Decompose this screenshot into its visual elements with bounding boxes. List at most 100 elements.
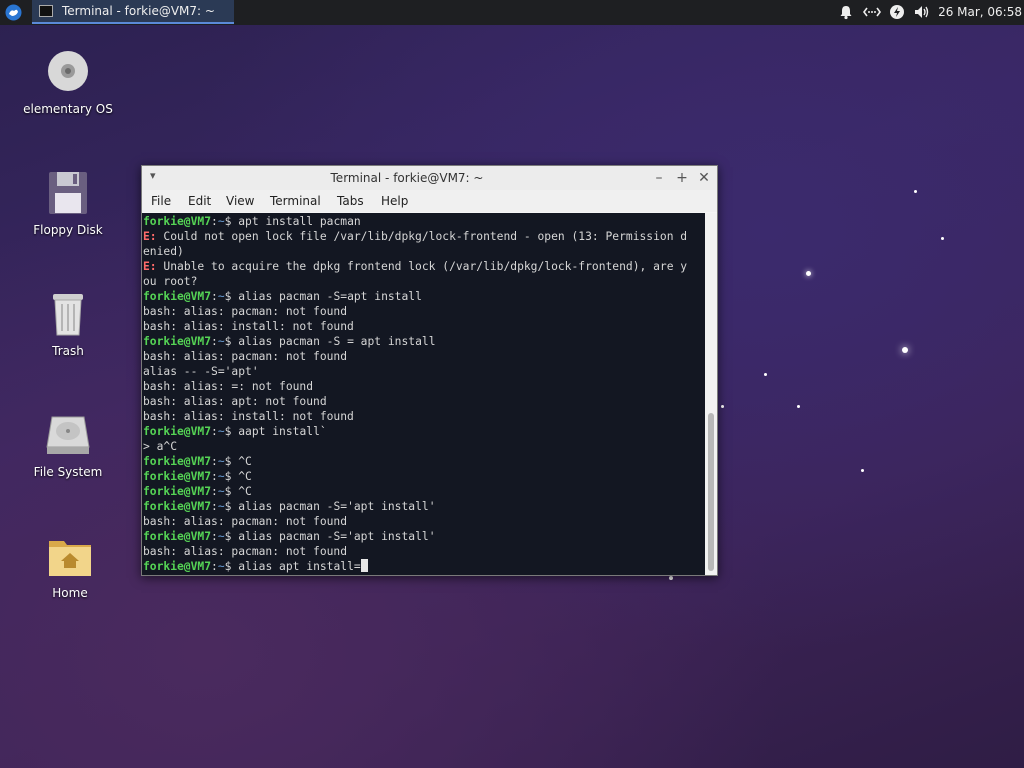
desktop-icon-file-system[interactable]: File System — [18, 411, 118, 479]
terminal-line: forkie@VM7:~$ aapt install` — [143, 424, 705, 439]
taskbar-terminal-label: Terminal - forkie@VM7: ~ — [62, 4, 215, 18]
desktop-icon-floppy-disk[interactable]: Floppy Disk — [18, 169, 118, 237]
prompt-dir: ~ — [217, 530, 225, 543]
prompt-separator: : — [211, 560, 218, 573]
terminal-line: forkie@VM7:~$ alias pacman -S='apt insta… — [143, 499, 705, 514]
output-text: bash: alias: apt: not found — [143, 395, 327, 408]
star — [861, 469, 864, 472]
prompt-dir: ~ — [217, 485, 225, 498]
star — [721, 405, 724, 408]
desktop-icon-trash[interactable]: Trash — [18, 290, 118, 358]
output-text: bash: alias: pacman: not found — [143, 305, 348, 318]
command-text: alias apt install= — [231, 560, 361, 573]
home-folder-icon — [46, 532, 94, 580]
prompt-separator: : — [211, 470, 218, 483]
window-title: Terminal - forkie@VM7: ~ — [330, 171, 484, 185]
terminal-line: > a^C — [143, 439, 705, 454]
desktop-icon-elementary-os[interactable]: elementary OS — [18, 48, 118, 116]
star — [764, 373, 767, 376]
error-tag: E: — [143, 260, 157, 273]
maximize-button[interactable]: + — [673, 169, 691, 187]
command-text: alias pacman -S='apt install' — [231, 530, 436, 543]
disc-icon — [44, 48, 92, 96]
menu-terminal[interactable]: Terminal — [270, 194, 321, 208]
notification-bell-icon[interactable] — [838, 4, 854, 20]
prompt-separator: : — [211, 455, 218, 468]
output-text: bash: alias: install: not found — [143, 410, 354, 423]
terminal-line: bash: alias: install: not found — [143, 319, 705, 334]
terminal-line: forkie@VM7:~$ alias pacman -S = apt inst… — [143, 334, 705, 349]
terminal-line: bash: alias: pacman: not found — [143, 544, 705, 559]
taskbar-terminal-button[interactable]: Terminal - forkie@VM7: ~ — [32, 0, 234, 24]
terminal-line: forkie@VM7:~$ alias pacman -S='apt insta… — [143, 529, 705, 544]
prompt-separator: : — [211, 500, 218, 513]
menu-edit[interactable]: Edit — [188, 194, 211, 208]
desktop-icon-home[interactable]: Home — [20, 532, 120, 600]
terminal-window: ▾ Terminal - forkie@VM7: ~ – + ✕ File Ed… — [141, 165, 718, 576]
terminal-line: bash: alias: pacman: not found — [143, 304, 705, 319]
menu-tabs[interactable]: Tabs — [337, 194, 364, 208]
output-text: Could not open lock file /var/lib/dpkg/l… — [156, 230, 688, 243]
star — [902, 347, 908, 353]
desktop-icon-label: File System — [33, 465, 103, 479]
prompt-user: forkie@VM7 — [143, 290, 212, 303]
window-titlebar[interactable]: ▾ Terminal - forkie@VM7: ~ – + ✕ — [142, 166, 717, 190]
power-manager-icon[interactable] — [889, 4, 905, 20]
terminal-line: bash: alias: install: not found — [143, 409, 705, 424]
output-text: bash: alias: install: not found — [143, 320, 354, 333]
text-cursor — [360, 559, 368, 572]
output-text: bash: alias: pacman: not found — [143, 350, 348, 363]
clock[interactable]: 26 Mar, 06:58 — [938, 5, 1022, 19]
prompt-separator: : — [211, 530, 218, 543]
output-text: > a^C — [143, 440, 178, 453]
minimize-button[interactable]: – — [650, 169, 668, 187]
prompt-separator: : — [211, 485, 218, 498]
output-text: ou root? — [143, 275, 198, 288]
prompt-dir: ~ — [217, 470, 225, 483]
close-button[interactable]: ✕ — [695, 169, 713, 187]
terminal-line: bash: alias: =: not found — [143, 379, 705, 394]
prompt-separator: : — [211, 290, 218, 303]
prompt-dir: ~ — [217, 335, 225, 348]
desktop-icon-label: Home — [52, 586, 88, 600]
output-text: bash: alias: pacman: not found — [143, 545, 348, 558]
error-tag: E: — [143, 230, 157, 243]
desktop: { "panel": { "task_title": "Terminal - f… — [0, 0, 1024, 768]
prompt-user: forkie@VM7 — [143, 335, 212, 348]
prompt-dir: ~ — [217, 560, 225, 573]
prompt-user: forkie@VM7 — [143, 500, 212, 513]
scrollbar-thumb[interactable] — [708, 413, 714, 571]
prompt-user: forkie@VM7 — [143, 425, 212, 438]
prompt-dir: ~ — [217, 455, 225, 468]
terminal-line: enied) — [143, 244, 705, 259]
terminal-line: forkie@VM7:~$ alias pacman -S=apt instal… — [143, 289, 705, 304]
prompt-separator: : — [211, 425, 218, 438]
volume-icon[interactable] — [913, 4, 931, 20]
command-text: aapt install` — [231, 425, 327, 438]
terminal-output[interactable]: forkie@VM7:~$ apt install pacman E: Could… — [142, 213, 705, 575]
command-text: ^C — [231, 485, 252, 498]
desktop-icon-label: Floppy Disk — [33, 223, 103, 237]
network-icon[interactable] — [862, 4, 882, 20]
terminal-scrollbar[interactable] — [705, 213, 717, 575]
prompt-dir: ~ — [217, 425, 225, 438]
whisker-menu-icon[interactable] — [4, 3, 23, 22]
terminal-line: bash: alias: pacman: not found — [143, 514, 705, 529]
menu-view[interactable]: View — [226, 194, 254, 208]
floppy-icon — [44, 169, 92, 217]
output-text: alias -- -S='apt' — [143, 365, 259, 378]
menu-file[interactable]: File — [151, 194, 171, 208]
menu-help[interactable]: Help — [381, 194, 408, 208]
star — [806, 271, 811, 276]
hard-drive-icon — [44, 411, 92, 459]
terminal-line: forkie@VM7:~$ apt install pacman — [143, 214, 705, 229]
output-text: enied) — [143, 245, 184, 258]
prompt-dir: ~ — [217, 215, 225, 228]
desktop-icon-label: elementary OS — [23, 102, 113, 116]
output-text: bash: alias: =: not found — [143, 380, 314, 393]
prompt-separator: : — [211, 215, 218, 228]
command-text: ^C — [231, 455, 252, 468]
prompt-dir: ~ — [217, 500, 225, 513]
command-text: ^C — [231, 470, 252, 483]
prompt-user: forkie@VM7 — [143, 455, 212, 468]
